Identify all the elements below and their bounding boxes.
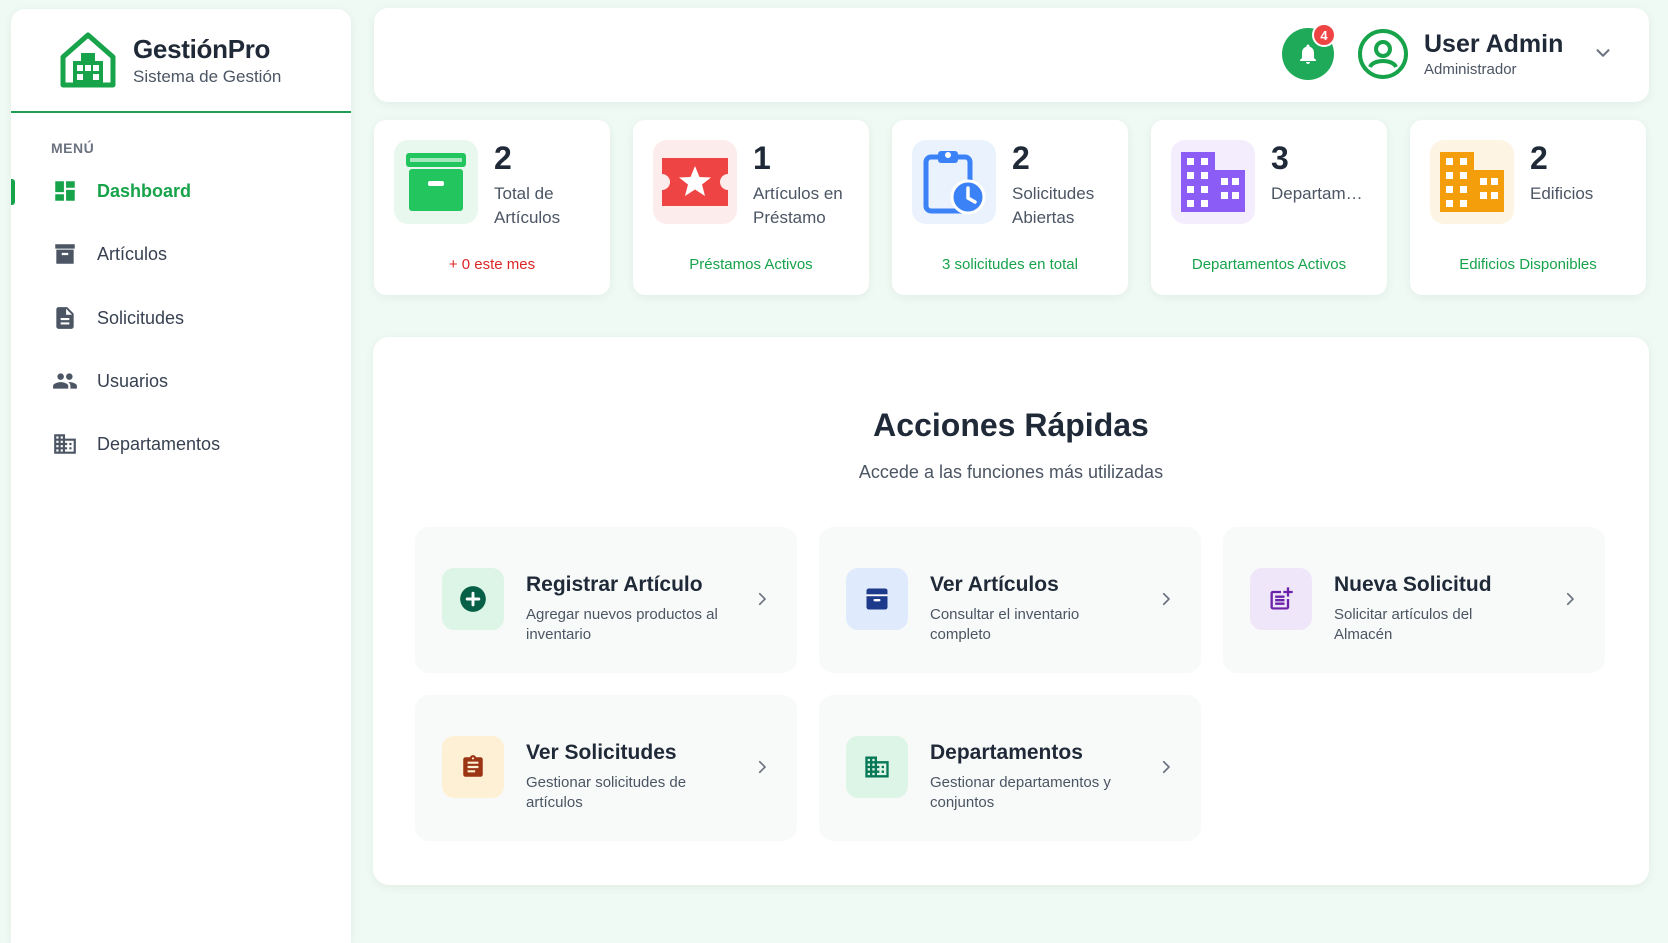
building-icon bbox=[51, 430, 79, 458]
sidebar-item-label: Dashboard bbox=[97, 180, 192, 201]
user-role: Administrador bbox=[1424, 61, 1517, 78]
stat-footer: Préstamos Activos bbox=[689, 256, 813, 273]
quick-actions-panel: Acciones Rápidas Accede a las funciones … bbox=[373, 337, 1649, 885]
user-name: User Admin bbox=[1424, 30, 1564, 58]
archive-icon bbox=[51, 240, 79, 268]
action-description: Solicitar artículos del Almacén bbox=[1334, 606, 1473, 643]
sidebar-item-dashboard[interactable]: Dashboard bbox=[11, 166, 351, 216]
sidebar-item-solicitudes[interactable]: Solicitudes bbox=[11, 293, 351, 343]
plus-circle-icon bbox=[442, 568, 504, 630]
stat-value: 1 bbox=[753, 140, 771, 176]
action-description: Agregar nuevos productos al inventario bbox=[526, 606, 718, 643]
stat-label: Edificios bbox=[1530, 184, 1594, 203]
action-ver-solicitudes[interactable]: Ver Solicitudes Gestionar solicitudes de… bbox=[415, 695, 797, 841]
action-title: Ver Artículos bbox=[930, 573, 1059, 596]
brand-subtitle: Sistema de Gestión bbox=[133, 66, 282, 86]
sidebar-item-usuarios[interactable]: Usuarios bbox=[11, 356, 351, 406]
post-add-icon bbox=[1250, 568, 1312, 630]
brand-text: GestiónPro Sistema de Gestión bbox=[133, 34, 281, 87]
house-logo-icon bbox=[60, 32, 116, 88]
users-icon bbox=[51, 367, 79, 395]
archive-icon bbox=[846, 568, 908, 630]
stat-card-departamentos[interactable]: 3 Departamentos Departamentos Activos bbox=[1151, 120, 1387, 295]
quick-actions-title: Acciones Rápidas bbox=[873, 407, 1149, 443]
sidebar-item-label: Artículos bbox=[97, 243, 168, 264]
action-nueva-solicitud[interactable]: Nueva Solicitud Solicitar artículos del … bbox=[1223, 527, 1605, 673]
stat-footer: 3 solicitudes en total bbox=[942, 256, 1078, 273]
stat-card-prestamo[interactable]: 1 Artículos en Préstamo Préstamos Activo… bbox=[633, 120, 869, 295]
dashboard-icon bbox=[51, 177, 79, 205]
stat-label: Solicitudes Abiertas bbox=[1012, 184, 1095, 227]
top-header: 4 User Admin Administrador bbox=[374, 8, 1649, 102]
action-registrar-articulo[interactable]: Registrar Artículo Agregar nuevos produc… bbox=[415, 527, 797, 673]
chevron-right-icon bbox=[1162, 760, 1170, 774]
action-title: Ver Solicitudes bbox=[526, 741, 677, 764]
chevron-right-icon bbox=[758, 760, 766, 774]
sidebar-item-articulos[interactable]: Artículos bbox=[11, 229, 351, 279]
menu-label: MENÚ bbox=[51, 140, 95, 156]
clipboard-icon bbox=[442, 736, 504, 798]
stat-footer: Edificios Disponibles bbox=[1459, 256, 1597, 273]
document-icon bbox=[51, 304, 79, 332]
stat-card-solicitudes[interactable]: 2 Solicitudes Abiertas 3 solicitudes en … bbox=[892, 120, 1128, 295]
notifications-button[interactable]: 4 bbox=[1282, 23, 1336, 80]
sidebar-item-departamentos[interactable]: Departamentos bbox=[11, 419, 351, 469]
action-description: Gestionar solicitudes de artículos bbox=[526, 774, 687, 811]
action-title: Nueva Solicitud bbox=[1334, 573, 1492, 596]
quick-actions-subtitle: Accede a las funciones más utilizadas bbox=[858, 462, 1164, 482]
stat-value: 3 bbox=[1271, 140, 1289, 176]
brand[interactable]: GestiónPro Sistema de Gestión bbox=[11, 9, 351, 113]
stat-label: Departamentos bbox=[1271, 184, 1371, 203]
action-description: Consultar el inventario completo bbox=[930, 606, 1080, 643]
stat-value: 2 bbox=[1530, 140, 1548, 176]
brand-title: GestiónPro bbox=[133, 33, 271, 64]
notification-badge: 4 bbox=[1312, 23, 1336, 47]
chevron-right-icon bbox=[1566, 592, 1574, 606]
stat-card-articulos[interactable]: 2 Total de Artículos + 0 este mes bbox=[374, 120, 610, 295]
stat-footer: + 0 este mes bbox=[448, 256, 536, 273]
building-icon bbox=[1430, 140, 1514, 224]
sidebar: GestiónPro Sistema de Gestión MENÚ Dashb… bbox=[11, 9, 351, 943]
avatar[interactable] bbox=[1357, 28, 1409, 80]
sidebar-item-label: Departamentos bbox=[97, 433, 221, 454]
chevron-down-icon[interactable] bbox=[1592, 42, 1614, 64]
stat-footer: Departamentos Activos bbox=[1191, 256, 1347, 273]
action-title: Departamentos bbox=[930, 741, 1083, 764]
building-icon bbox=[846, 736, 908, 798]
stat-value: 2 bbox=[1012, 140, 1030, 176]
action-title: Registrar Artículo bbox=[526, 573, 703, 596]
clipboard-clock-icon bbox=[912, 140, 996, 224]
ticket-star-icon bbox=[653, 140, 737, 224]
stat-value: 2 bbox=[494, 140, 512, 176]
action-description: Gestionar departamentos y conjuntos bbox=[930, 774, 1111, 811]
stat-label: Total de Artículos bbox=[494, 184, 561, 227]
archive-icon bbox=[394, 140, 478, 224]
action-departamentos[interactable]: Departamentos Gestionar departamentos y … bbox=[819, 695, 1201, 841]
sidebar-item-label: Usuarios bbox=[97, 370, 169, 391]
sidebar-item-label: Solicitudes bbox=[97, 307, 185, 328]
stat-card-edificios[interactable]: 2 Edificios Edificios Disponibles bbox=[1410, 120, 1646, 295]
bell-icon bbox=[1300, 44, 1316, 64]
stat-label: Artículos en Préstamo bbox=[753, 184, 843, 227]
action-ver-articulos[interactable]: Ver Artículos Consultar el inventario co… bbox=[819, 527, 1201, 673]
building-icon bbox=[1171, 140, 1255, 224]
chevron-right-icon bbox=[1162, 592, 1170, 606]
chevron-right-icon bbox=[758, 592, 766, 606]
